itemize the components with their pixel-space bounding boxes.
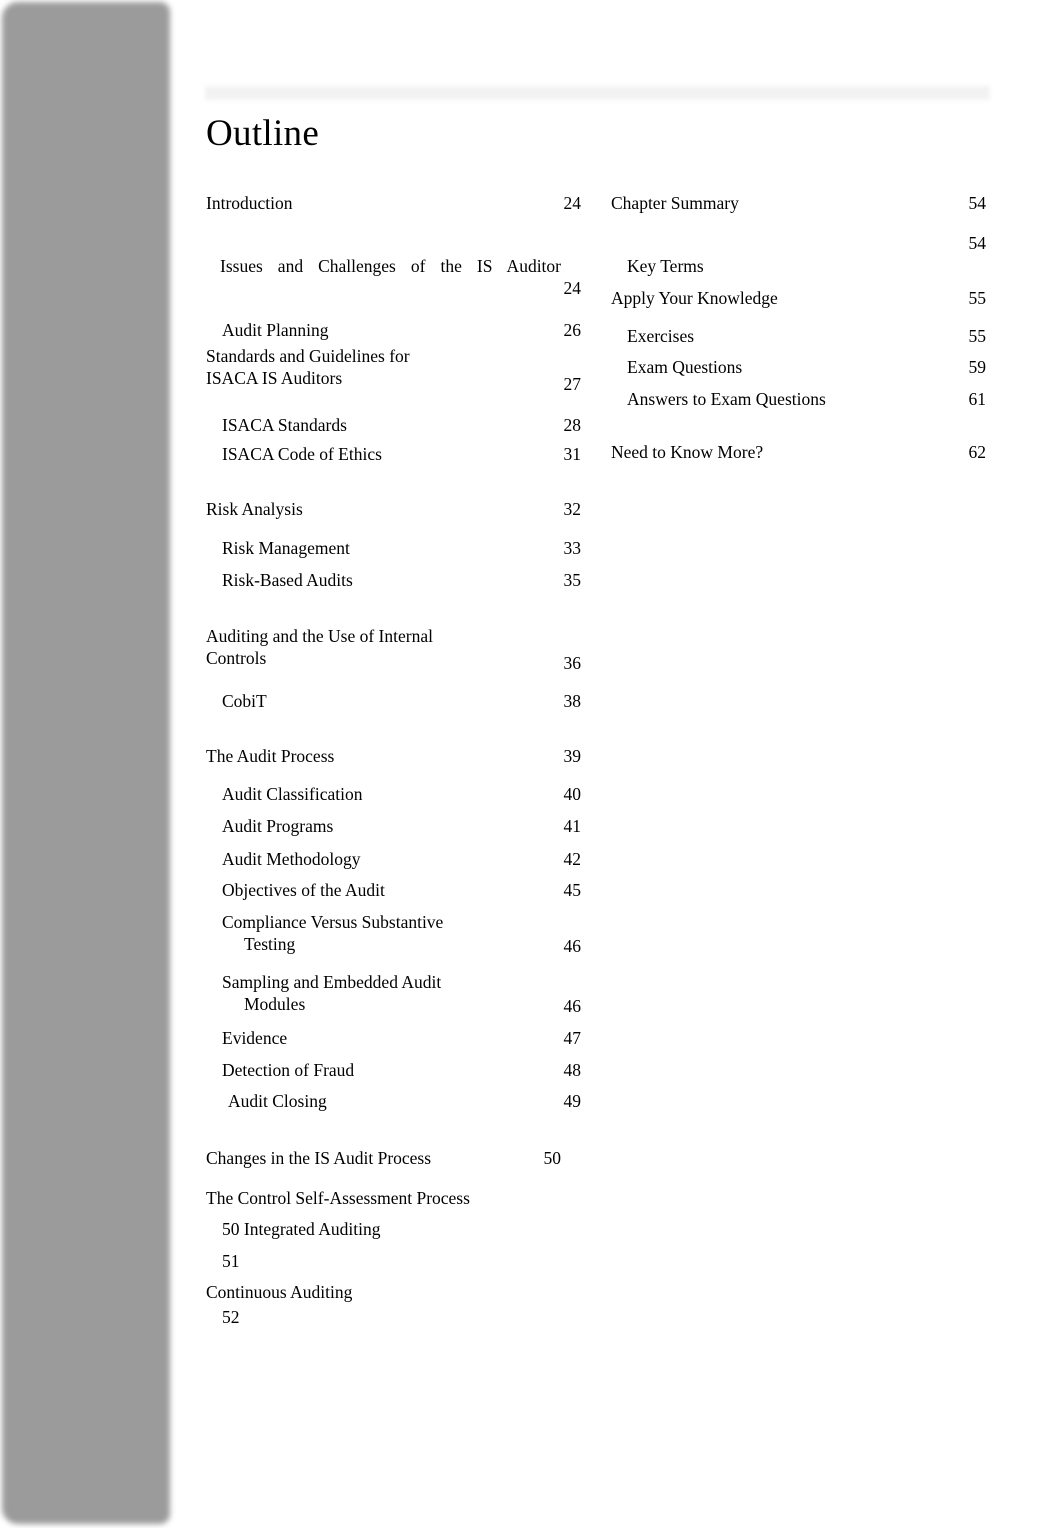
toc-entry-label: Chapter Summary <box>611 193 739 213</box>
toc-entry-page: 33 <box>563 538 582 558</box>
toc-entry-label: Objectives of the Audit <box>222 880 385 900</box>
toc-entry-page: 61 <box>968 389 987 409</box>
toc-entry-page: 42 <box>563 849 582 869</box>
toc-entry-page: 35 <box>563 570 582 590</box>
toc-entry-label: The Audit Process <box>206 746 335 766</box>
toc-entry-label: ISACA Code of Ethics <box>222 444 382 464</box>
toc-entry-page: 24 <box>563 193 582 213</box>
toc-entry-label: Changes in the IS Audit Process <box>206 1148 432 1168</box>
toc-entry-label: Evidence <box>222 1028 288 1048</box>
toc-entry-label: Issues and Challenges of the IS Auditor <box>220 256 561 276</box>
toc-entry-page: 47 <box>563 1028 582 1048</box>
toc-entry-page: 40 <box>563 784 582 804</box>
toc-entry-label: Introduction <box>206 193 293 213</box>
toc-entry-page: 48 <box>563 1060 582 1080</box>
toc-entry-label: Apply Your Knowledge <box>611 288 778 308</box>
toc-entry-page: 45 <box>563 880 582 900</box>
toc-entry-page: 41 <box>563 816 582 836</box>
toc-entry-page: 59 <box>968 357 987 377</box>
toc-entry-label: Answers to Exam Questions <box>627 389 826 409</box>
toc-entry-label: Standards and Guidelines for ISACA IS Au… <box>206 346 410 388</box>
toc-entry-page: 62 <box>968 442 987 462</box>
toc-entry-label: Need to Know More? <box>611 442 764 462</box>
toc-entry-label: Auditing and the Use of Internal Control… <box>206 626 433 668</box>
toc-entry-label: Audit Methodology <box>222 849 361 869</box>
toc-entry-label: Sampling and Embedded Audit Modules <box>222 972 442 1014</box>
toc-entry-label: CobiT <box>222 691 267 711</box>
toc-entry-page: 38 <box>563 691 582 711</box>
toc-entry-page: 50 <box>543 1148 562 1168</box>
page-title: Outline <box>206 113 320 154</box>
toc-entry-page: 27 <box>563 374 582 394</box>
toc-entry-label: ISACA Standards <box>222 415 347 435</box>
toc-entry-label: Audit Classification <box>222 784 363 804</box>
toc-entry-label: Continuous Auditing <box>206 1282 353 1302</box>
toc-entry-label: 51 <box>222 1251 240 1271</box>
document-page: Outline Introduction 24 Issues and Chall… <box>0 0 1062 1528</box>
toc-entry-page: 28 <box>563 415 582 435</box>
toc-entry-label: Compliance Versus Substantive Testing <box>222 912 444 954</box>
toc-entry-page: 39 <box>563 746 582 766</box>
toc-entry-label: Audit Closing <box>228 1091 327 1111</box>
toc-entry-label: 50 Integrated Auditing <box>222 1219 381 1239</box>
toc-entry-label: Risk Management <box>222 538 350 558</box>
toc-entry-label: The Control Self-Assessment Process <box>206 1188 470 1208</box>
toc-entry-label: Exercises <box>627 326 695 346</box>
toc-entry-label: Audit Planning <box>222 320 329 340</box>
sidebar-tab-graphic <box>2 2 170 1524</box>
toc-entry-page: 49 <box>563 1091 582 1111</box>
toc-entry-page: 24 <box>563 278 582 298</box>
toc-entry-label: Key Terms <box>627 256 704 276</box>
toc-entry-label: 52 <box>222 1307 240 1327</box>
toc-entry-page: 54 <box>968 193 987 213</box>
toc-entry-page: 54 <box>968 233 987 253</box>
toc-entry-page: 46 <box>563 996 582 1016</box>
header-band-graphic <box>205 86 990 100</box>
toc-entry-page: 26 <box>563 320 582 340</box>
toc-entry-page: 55 <box>968 288 987 308</box>
toc-entry-label: Risk-Based Audits <box>222 570 353 590</box>
toc-entry-page: 31 <box>563 444 582 464</box>
toc-entry-label: Exam Questions <box>627 357 743 377</box>
toc-entry-page: 32 <box>563 499 582 519</box>
toc-entry-label: Risk Analysis <box>206 499 303 519</box>
toc-entry-page: 46 <box>563 936 582 956</box>
toc-entry-page: 55 <box>968 326 987 346</box>
toc-entry-page: 36 <box>563 653 582 673</box>
toc-entry-label: Detection of Fraud <box>222 1060 355 1080</box>
toc-entry-label: Audit Programs <box>222 816 334 836</box>
